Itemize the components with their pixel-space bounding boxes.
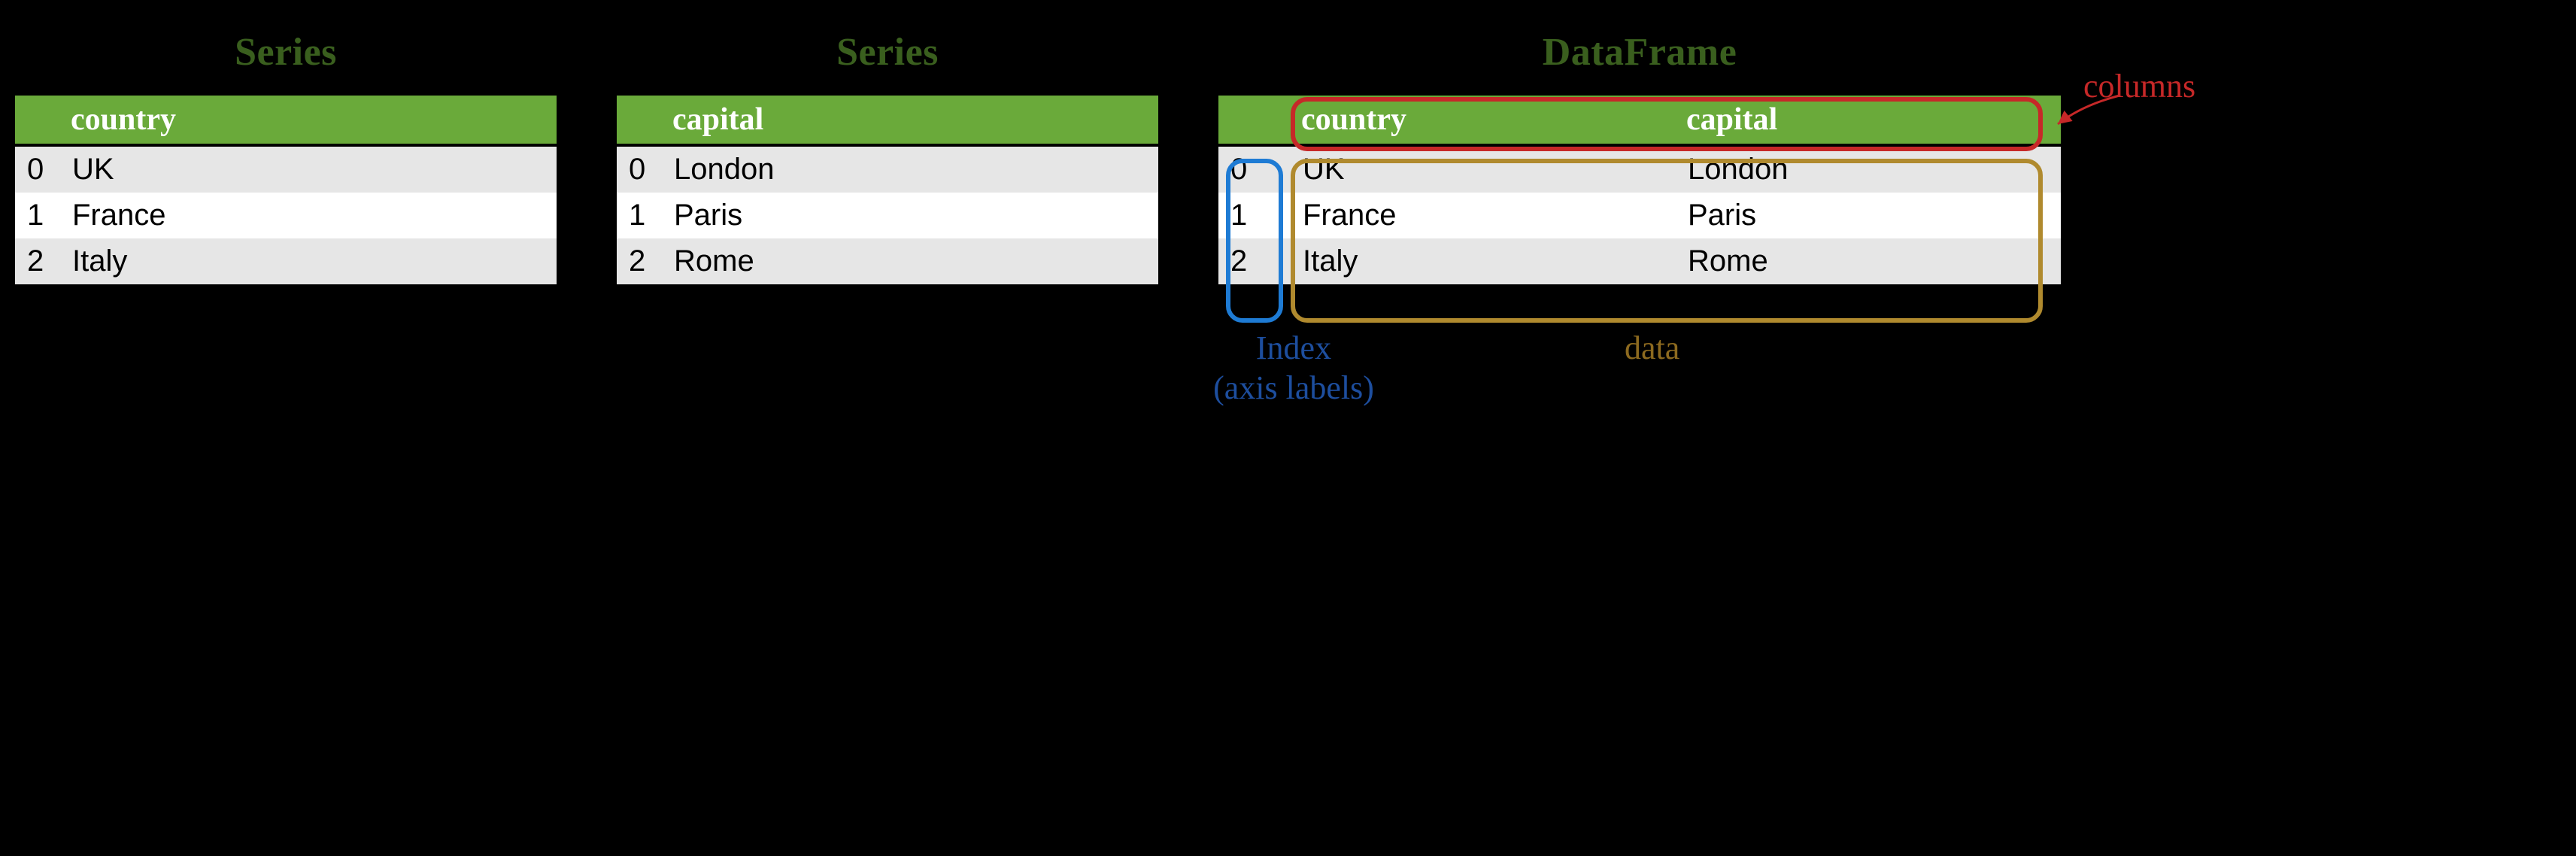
table-row: 0 UK London <box>1218 145 2061 193</box>
df-row0-idx: 0 <box>1218 145 1291 193</box>
series2-header-idx <box>617 96 662 145</box>
dataframe-wrapper: country capital 0 UK London 1 France Par… <box>1218 96 2061 284</box>
series1-row2-val: Italy <box>60 238 557 284</box>
annotation-index-label: Index (axis labels) <box>1196 329 1391 408</box>
df-row0-country: UK <box>1291 145 1676 193</box>
series2-header-col: capital <box>662 96 1158 145</box>
series2-row1-val: Paris <box>662 193 1158 238</box>
series1-table: country 0 UK 1 France 2 Italy <box>15 96 557 284</box>
table-row: 0 UK <box>15 145 557 193</box>
df-header-idx <box>1218 96 1291 145</box>
series1-row1-idx: 1 <box>15 193 60 238</box>
diagram-root: Series country 0 UK 1 France 2 <box>15 30 2561 284</box>
series1-row0-val: UK <box>60 145 557 193</box>
series2-table: capital 0 London 1 Paris 2 Rome <box>617 96 1158 284</box>
df-row2-country: Italy <box>1291 238 1676 284</box>
table-row: 2 Italy <box>15 238 557 284</box>
series2-row2-idx: 2 <box>617 238 662 284</box>
series2-row0-val: London <box>662 145 1158 193</box>
dataframe-panel: DataFrame country capital 0 UK London <box>1218 30 2061 284</box>
series1-header-idx <box>15 96 60 145</box>
series1-header-col: country <box>60 96 557 145</box>
df-header-country: country <box>1291 96 1676 145</box>
dataframe-title: DataFrame <box>1218 30 2061 74</box>
arrow-icon <box>2052 94 2127 139</box>
table-row: 2 Italy Rome <box>1218 238 2061 284</box>
series1-panel: Series country 0 UK 1 France 2 <box>15 30 557 284</box>
series1-row0-idx: 0 <box>15 145 60 193</box>
annotation-index-line2: (axis labels) <box>1213 369 1374 406</box>
annotation-index-line1: Index <box>1256 329 1331 366</box>
series1-title: Series <box>15 30 557 74</box>
df-row1-idx: 1 <box>1218 193 1291 238</box>
df-row1-capital: Paris <box>1676 193 2061 238</box>
table-row: 1 France <box>15 193 557 238</box>
series2-row2-val: Rome <box>662 238 1158 284</box>
table-row: 0 London <box>617 145 1158 193</box>
table-row: 2 Rome <box>617 238 1158 284</box>
table-row: 1 France Paris <box>1218 193 2061 238</box>
series1-row1-val: France <box>60 193 557 238</box>
dataframe-table: country capital 0 UK London 1 France Par… <box>1218 96 2061 284</box>
df-row2-idx: 2 <box>1218 238 1291 284</box>
df-row2-capital: Rome <box>1676 238 2061 284</box>
table-row: 1 Paris <box>617 193 1158 238</box>
df-row1-country: France <box>1291 193 1676 238</box>
series2-row0-idx: 0 <box>617 145 662 193</box>
series2-title: Series <box>617 30 1158 74</box>
annotation-columns-label: columns <box>2083 67 2195 105</box>
series2-panel: Series capital 0 London 1 Paris 2 <box>617 30 1158 284</box>
df-header-capital: capital <box>1676 96 2061 145</box>
series2-row1-idx: 1 <box>617 193 662 238</box>
annotation-data-label: data <box>1625 329 1679 367</box>
series1-row2-idx: 2 <box>15 238 60 284</box>
df-row0-capital: London <box>1676 145 2061 193</box>
